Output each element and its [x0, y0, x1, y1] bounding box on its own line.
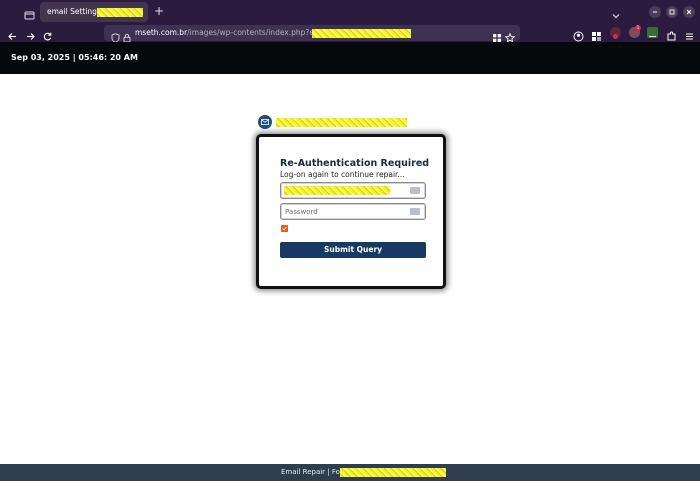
card-title: Re-Authentication Required: [280, 158, 430, 169]
remember-checkbox[interactable]: [281, 225, 288, 232]
email-field[interactable]: [280, 182, 426, 199]
active-tab[interactable]: email Settings |: [40, 2, 148, 22]
notification-badge: 1: [635, 25, 641, 31]
password-field[interactable]: [280, 203, 426, 220]
redacted-text: [312, 29, 411, 38]
submit-button[interactable]: Submit Query: [280, 242, 426, 258]
chevron-down-icon[interactable]: [611, 6, 621, 19]
redacted-text: [97, 8, 143, 17]
footer-text: Email Repair | For:: [281, 468, 346, 476]
close-window-button[interactable]: [683, 6, 695, 18]
bookmark-star-icon[interactable]: [504, 28, 516, 43]
minimize-button[interactable]: [649, 6, 661, 18]
forward-arrow-icon[interactable]: [25, 27, 36, 40]
grid-icon[interactable]: [492, 28, 503, 42]
menu-icon[interactable]: [684, 27, 695, 40]
password-manager-icon[interactable]: [410, 187, 420, 194]
back-arrow-icon[interactable]: [7, 27, 18, 40]
redacted-text: [284, 186, 390, 195]
address-bar[interactable]: mseth.com.br/images/wp-contents/index.ph…: [104, 25, 520, 43]
url-path: /images/wp-contents/index.php?emp=: [187, 28, 333, 37]
redacted-text: [340, 468, 446, 477]
new-tab-button[interactable]: +: [154, 4, 164, 18]
login-card: Re-Authentication Required Log-on again …: [256, 134, 446, 289]
redacted-text: [276, 118, 407, 127]
footer: Email Repair | For:: [0, 464, 700, 481]
puzzle-icon[interactable]: [666, 27, 677, 41]
browser-tab-bar: email Settings | +: [0, 0, 700, 24]
card-subtitle: Log-on again to continue repair...: [280, 170, 405, 179]
url-domain: mseth.com.br: [135, 28, 188, 37]
password-input[interactable]: [285, 206, 405, 217]
top-header-strip: Sep 03, 2025 | 05:46: 20 AM: [0, 42, 700, 74]
datetime-label: Sep 03, 2025 | 05:46: 20 AM: [11, 53, 138, 62]
extension-red-icon[interactable]: [610, 27, 621, 39]
account-icon[interactable]: [573, 27, 584, 42]
envelope-icon: [258, 115, 272, 129]
reload-icon[interactable]: [42, 27, 53, 41]
password-manager-icon[interactable]: [410, 208, 420, 215]
browser-nav-bar: mseth.com.br/images/wp-contents/index.ph…: [0, 24, 700, 43]
tab-list-icon[interactable]: [24, 6, 35, 20]
url-text: mseth.com.br/images/wp-contents/index.ph…: [135, 28, 332, 37]
extension-green-icon[interactable]: [647, 27, 658, 38]
extensions-grid-icon[interactable]: [591, 27, 602, 41]
maximize-button[interactable]: [666, 6, 678, 18]
